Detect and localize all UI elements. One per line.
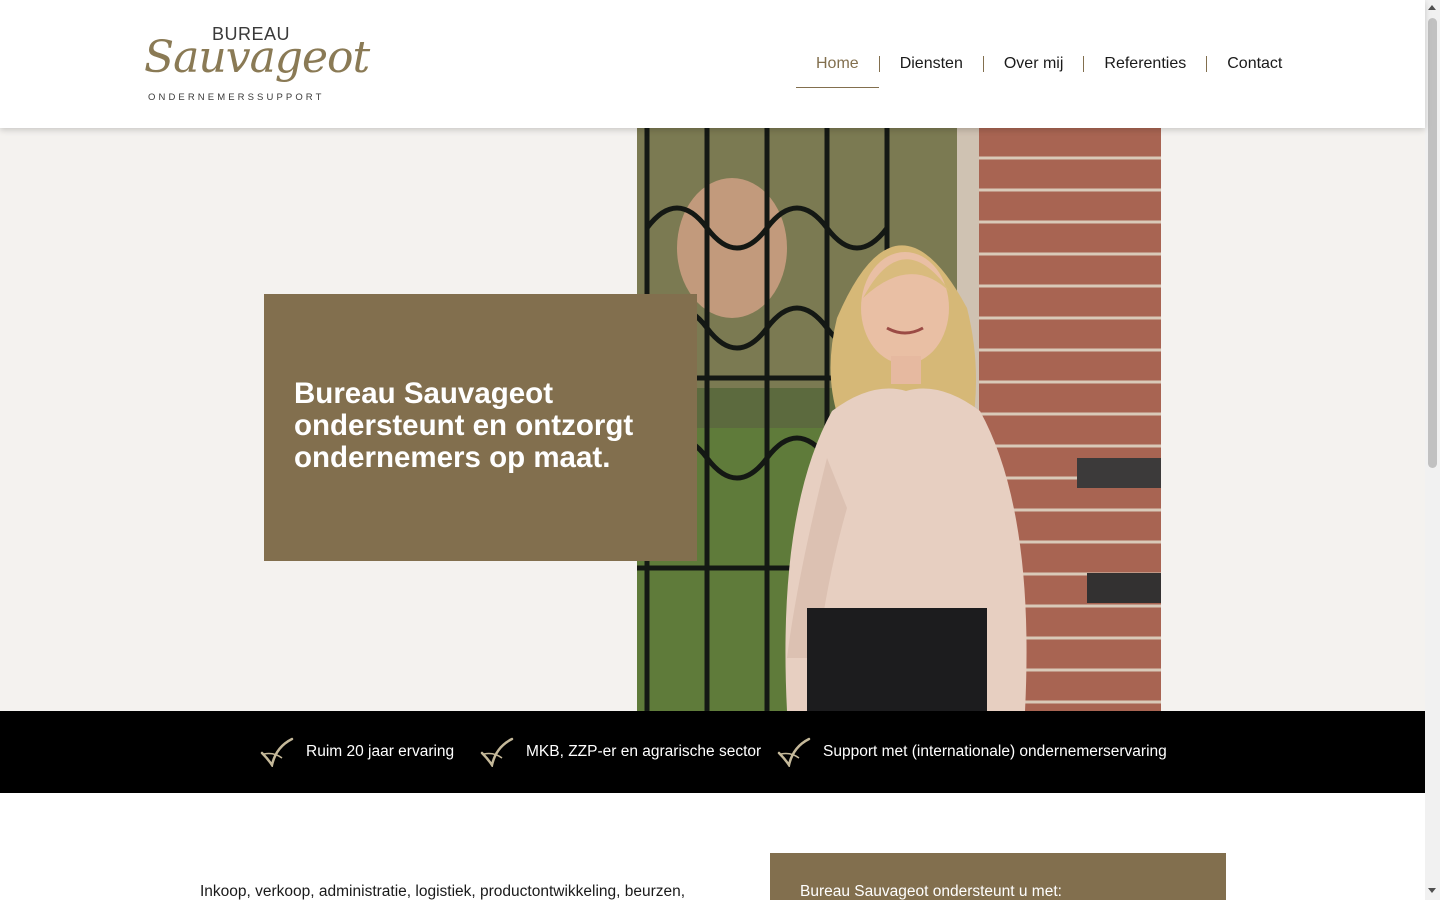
hero-text-box: Bureau Sauvageot ondersteunt en ontzorgt…: [264, 294, 697, 561]
feature-item: Support met (internationale) ondernemers…: [777, 711, 1167, 793]
feature-text: Support met (internationale) ondernemers…: [823, 743, 1167, 760]
feature-item: MKB, ZZP-er en agrarische sector: [480, 711, 761, 793]
site-header: BUREAU Sauvageot ONDERNEMERSSUPPORT Home…: [0, 0, 1425, 128]
hero-portrait-photo: [637, 128, 1161, 711]
main-nav: Home Diensten Over mij Referenties Conta…: [796, 40, 1302, 88]
feature-text: MKB, ZZP-er en agrarische sector: [526, 743, 762, 760]
services-card-heading: Bureau Sauvageot ondersteunt u met:: [800, 883, 1062, 900]
nav-item-home[interactable]: Home: [796, 40, 879, 88]
nav-item-over-mij[interactable]: Over mij: [984, 40, 1084, 88]
page-scrollbar[interactable]: [1425, 0, 1440, 900]
nav-item-contact[interactable]: Contact: [1207, 40, 1302, 88]
logo-tagline: ONDERNEMERSSUPPORT: [148, 92, 325, 103]
nav-item-referenties[interactable]: Referenties: [1084, 40, 1206, 88]
checkmark-icon: [777, 737, 811, 767]
services-card: Bureau Sauvageot ondersteunt u met:: [770, 853, 1226, 900]
checkmark-icon: [480, 737, 514, 767]
checkmark-icon: [260, 737, 294, 767]
nav-item-diensten[interactable]: Diensten: [880, 40, 983, 88]
feature-item: Ruim 20 jaar ervaring: [260, 711, 454, 793]
scroll-up-arrow-icon[interactable]: [1428, 5, 1436, 10]
scrollbar-thumb[interactable]: [1428, 18, 1437, 468]
scroll-down-arrow-icon[interactable]: [1428, 888, 1436, 893]
logo[interactable]: BUREAU Sauvageot ONDERNEMERSSUPPORT: [144, 18, 370, 108]
feature-text: Ruim 20 jaar ervaring: [306, 743, 455, 760]
logo-script-text: Sauvageot: [144, 32, 370, 83]
intro-text: Inkoop, verkoop, administratie, logistie…: [200, 883, 686, 900]
hero-section: Bureau Sauvageot ondersteunt en ontzorgt…: [0, 128, 1425, 711]
hero-title: Bureau Sauvageot ondersteunt en ontzorgt…: [294, 377, 634, 474]
feature-bar: Ruim 20 jaar ervaring MKB, ZZP-er en agr…: [0, 711, 1425, 793]
